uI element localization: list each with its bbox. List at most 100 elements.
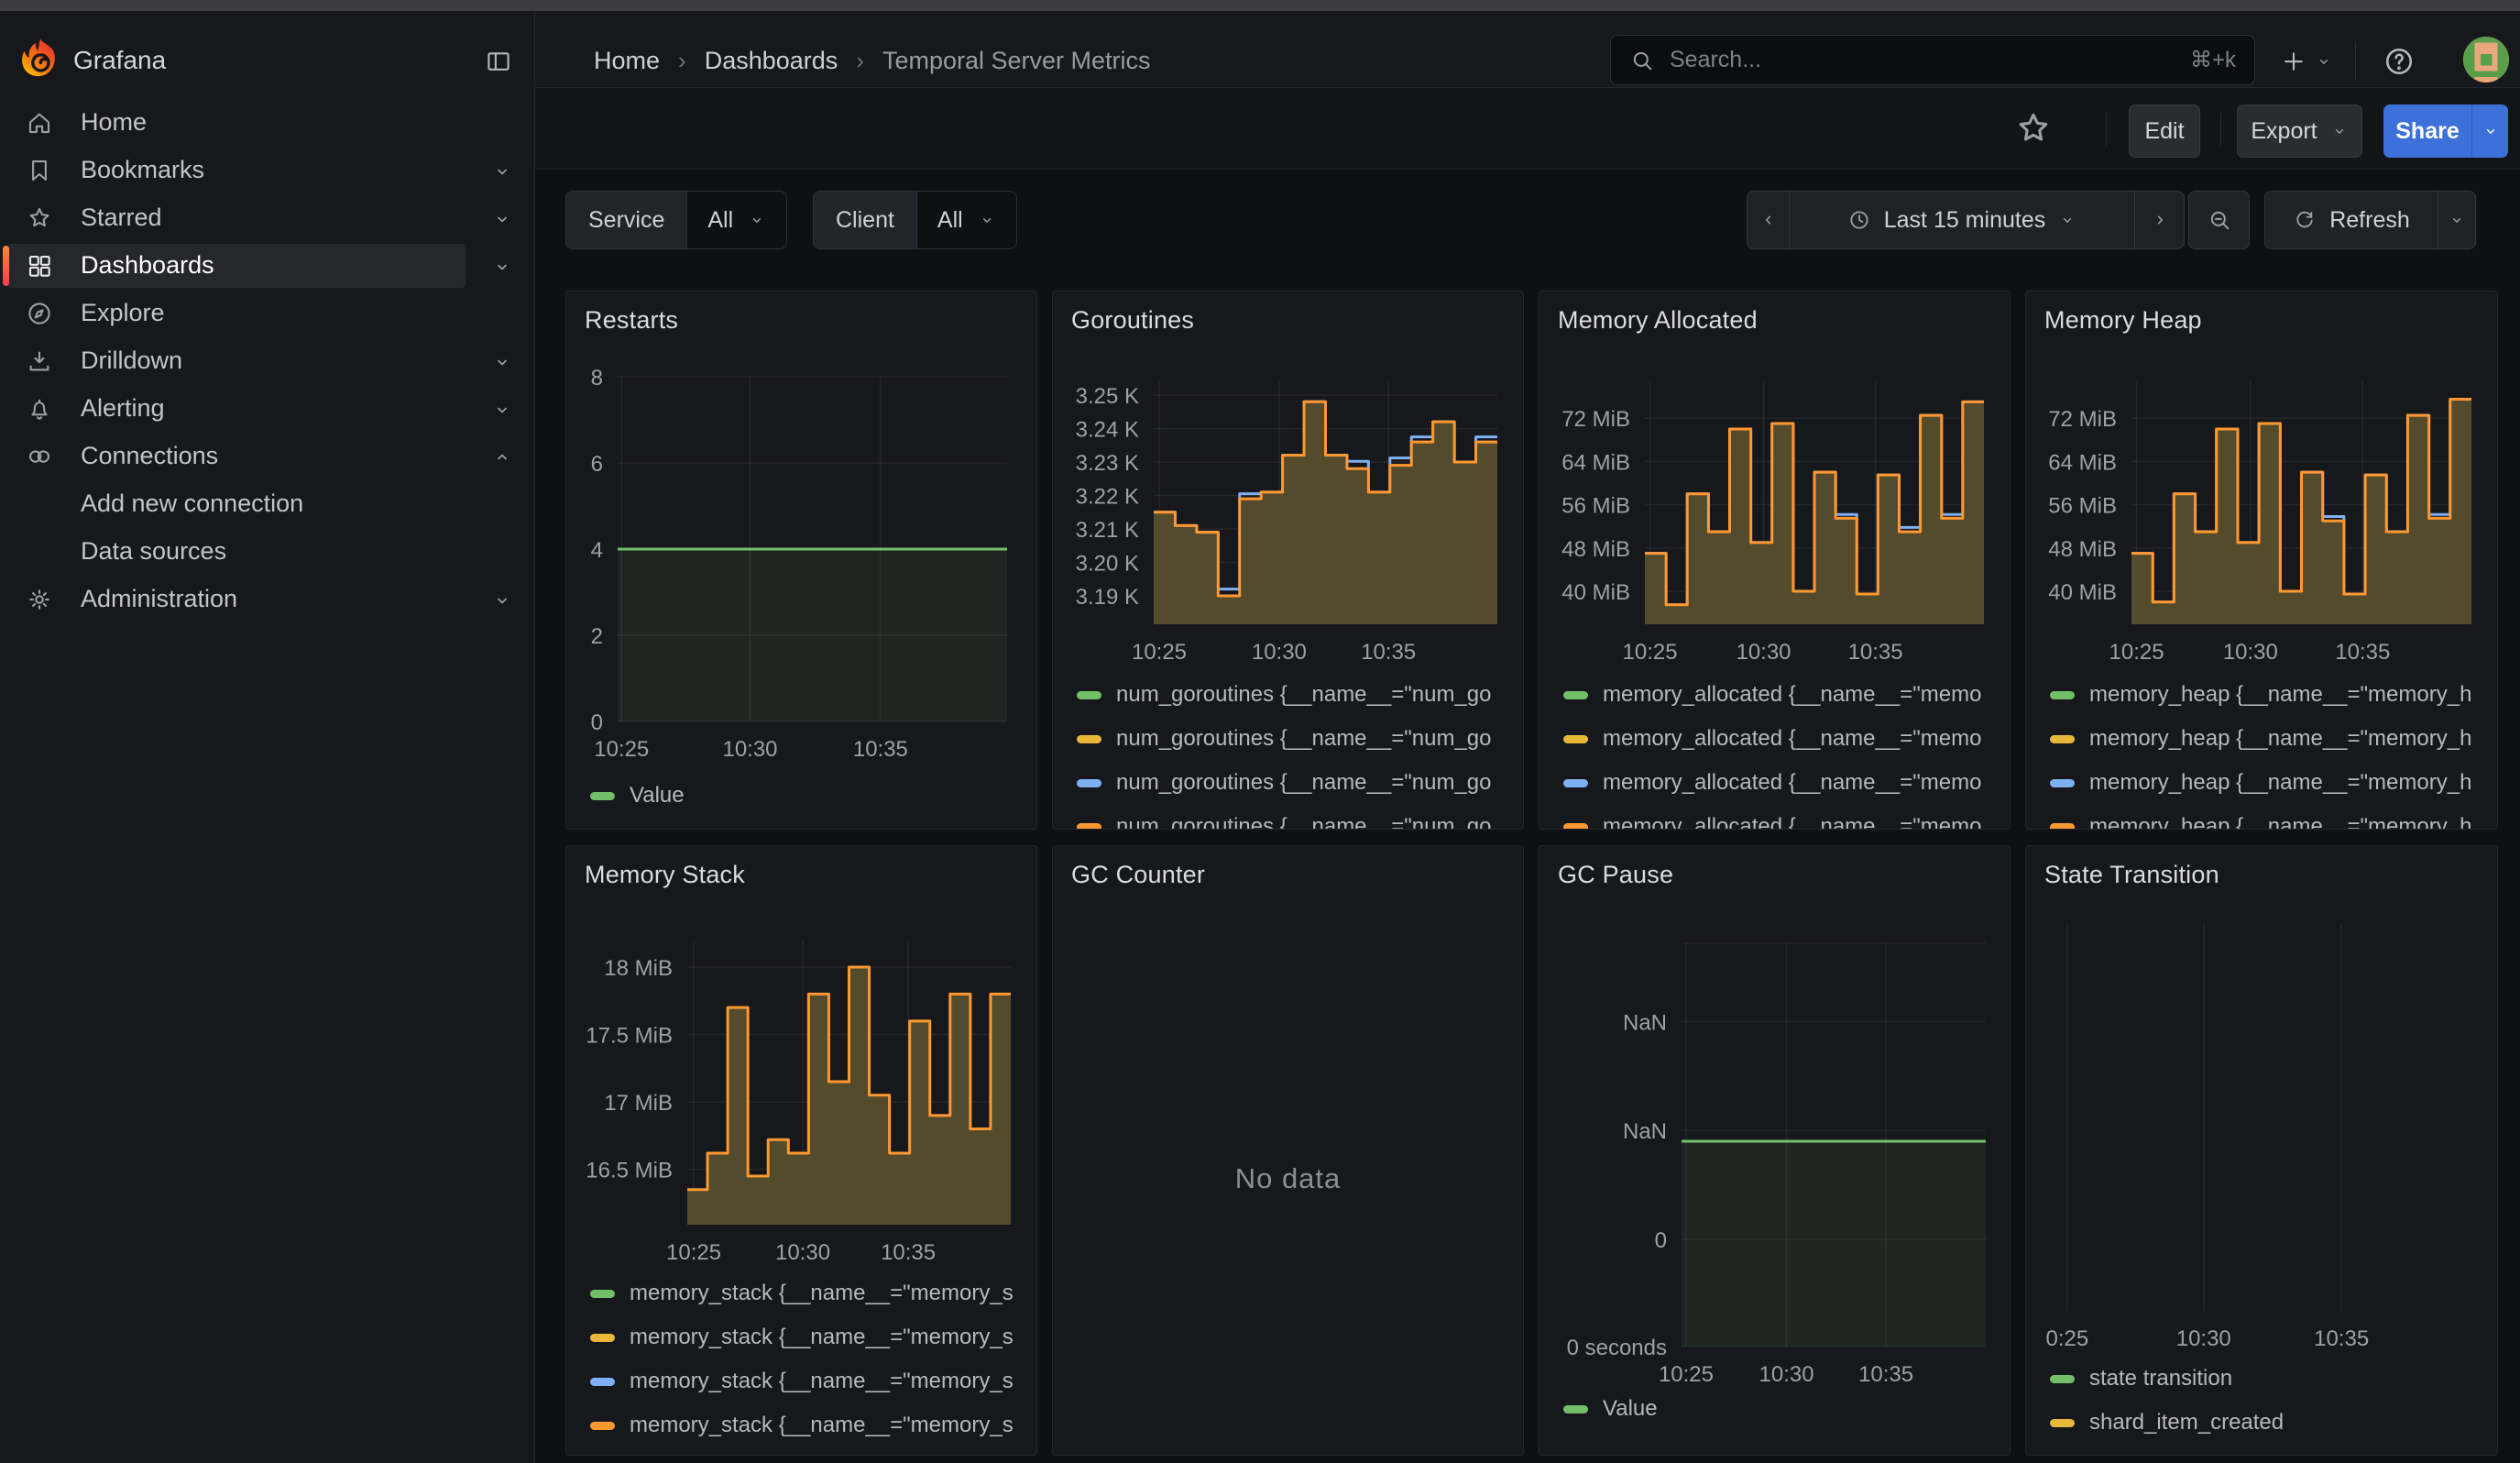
- sidebar-item-dashboards[interactable]: Dashboards: [0, 242, 534, 290]
- legend-item[interactable]: num_goroutines {__name__="num_go: [1077, 813, 1492, 830]
- svg-text:8: 8: [591, 366, 603, 390]
- svg-text:0:25: 0:25: [2045, 1326, 2088, 1351]
- panel-state-transition: State Transition0:2510:3010:35state tran…: [2025, 845, 2498, 1456]
- chevron-up-icon[interactable]: [491, 446, 513, 468]
- svg-text:3.24 K: 3.24 K: [1076, 417, 1139, 442]
- legend-series-swatch: [2050, 735, 2075, 743]
- legend-item[interactable]: num_goroutines {__name__="num_go: [1077, 769, 1492, 797]
- chevron-down-icon[interactable]: [491, 589, 513, 611]
- sidebar-item-label: Starred: [81, 204, 162, 232]
- edit-button-label: Edit: [2144, 118, 2184, 145]
- sidebar-item-alerting[interactable]: Alerting: [0, 385, 534, 433]
- sidebar-item-label: Drilldown: [81, 346, 182, 375]
- edit-button[interactable]: Edit: [2129, 104, 2200, 158]
- breadcrumb-item[interactable]: Home: [594, 47, 660, 75]
- search-shortcut: ⌘+k: [2190, 47, 2236, 73]
- panel-gc-counter: GC CounterNo data: [1052, 845, 1524, 1456]
- clock-icon: [1847, 208, 1871, 232]
- svg-text:10:35: 10:35: [1848, 640, 1903, 665]
- sidebar-toggle-icon[interactable]: [485, 48, 512, 75]
- time-shift-back-button[interactable]: [1748, 192, 1789, 248]
- refresh-button[interactable]: Refresh: [2265, 192, 2438, 248]
- sidebar-item-label: Alerting: [81, 394, 165, 423]
- legend-item[interactable]: memory_heap {__name__="memory_h: [2050, 813, 2471, 830]
- sidebar-item-connections[interactable]: Connections: [0, 433, 534, 480]
- legend-item[interactable]: memory_heap {__name__="memory_h: [2050, 769, 2471, 797]
- sidebar-item-data-sources[interactable]: Data sources: [0, 528, 534, 576]
- legend-item[interactable]: memory_allocated {__name__="memo: [1563, 681, 1981, 709]
- add-new-button[interactable]: [2280, 48, 2333, 75]
- svg-text:3.19 K: 3.19 K: [1076, 585, 1139, 610]
- chevron-down-icon[interactable]: [491, 256, 513, 278]
- panel-goroutines: Goroutines3.19 K3.20 K3.21 K3.22 K3.23 K…: [1052, 291, 1524, 830]
- sidebar-item-drilldown[interactable]: Drilldown: [0, 337, 534, 385]
- svg-text:10:30: 10:30: [722, 737, 777, 762]
- legend-item[interactable]: memory_stack {__name__="memory_s: [590, 1412, 1013, 1439]
- window-top-strip: [0, 0, 2520, 11]
- share-button[interactable]: Share: [2383, 104, 2471, 158]
- legend-series-label: memory_stack {__name__="memory_s: [630, 1369, 1013, 1394]
- time-range-picker[interactable]: Last 15 minutes: [1790, 192, 2134, 248]
- help-icon[interactable]: [2383, 45, 2416, 78]
- legend-item[interactable]: memory_heap {__name__="memory_h: [2050, 681, 2471, 709]
- legend-item[interactable]: Value: [590, 782, 685, 809]
- sidebar-item-starred[interactable]: Starred: [0, 194, 534, 242]
- svg-text:10:35: 10:35: [1858, 1362, 1913, 1387]
- legend-series-swatch: [590, 792, 615, 800]
- sidebar-item-add-new-connection[interactable]: Add new connection: [0, 480, 534, 528]
- legend-series-swatch: [1563, 691, 1588, 699]
- avatar[interactable]: [2463, 37, 2509, 82]
- sidebar-item-bookmarks[interactable]: Bookmarks: [0, 147, 534, 194]
- legend-item[interactable]: num_goroutines {__name__="num_go: [1077, 725, 1492, 753]
- sidebar-item-administration[interactable]: Administration: [0, 576, 534, 623]
- chevron-down-icon: [2482, 122, 2500, 140]
- chevron-down-icon[interactable]: [491, 399, 513, 421]
- service-select[interactable]: All: [686, 192, 786, 248]
- svg-text:48 MiB: 48 MiB: [2048, 537, 2117, 562]
- chevron-down-icon[interactable]: [491, 208, 513, 230]
- legend-item[interactable]: memory_allocated {__name__="memo: [1563, 813, 1981, 830]
- breadcrumb-item[interactable]: Dashboards: [705, 47, 838, 75]
- legend-item[interactable]: state transition: [2050, 1365, 2232, 1392]
- search-field[interactable]: [1668, 46, 2177, 74]
- export-button[interactable]: Export: [2237, 104, 2362, 158]
- export-button-label: Export: [2251, 118, 2317, 145]
- panel-title[interactable]: GC Counter: [1071, 861, 1205, 889]
- svg-text:40 MiB: 40 MiB: [2048, 580, 2117, 605]
- legend-series-label: memory_heap {__name__="memory_h: [2089, 726, 2471, 752]
- client-select[interactable]: All: [916, 192, 1016, 248]
- legend-item[interactable]: shard_item_created: [2050, 1409, 2284, 1436]
- legend-item[interactable]: memory_heap {__name__="memory_h: [2050, 725, 2471, 753]
- legend-item[interactable]: memory_stack {__name__="memory_s: [590, 1324, 1013, 1351]
- sidebar-item-explore[interactable]: Explore: [0, 290, 534, 337]
- svg-text:48 MiB: 48 MiB: [1561, 537, 1630, 562]
- svg-text:NaN: NaN: [1623, 1010, 1667, 1035]
- chevron-down-icon[interactable]: [491, 160, 513, 182]
- grafana-logo-icon[interactable]: [18, 37, 62, 81]
- navbar: Grafana Home›Dashboards›Temporal Server …: [0, 11, 2520, 88]
- legend-item[interactable]: memory_allocated {__name__="memo: [1563, 725, 1981, 753]
- search-input[interactable]: ⌘+k: [1610, 35, 2255, 85]
- legend-item[interactable]: memory_stack {__name__="memory_s: [590, 1280, 1013, 1307]
- svg-text:0: 0: [591, 710, 603, 735]
- home-icon: [26, 109, 53, 137]
- variable-client: Client All: [813, 191, 1017, 249]
- brand-title: Grafana: [73, 46, 166, 75]
- toolbar-divider: [2220, 113, 2221, 146]
- chart-canvas: 0246810:2510:3010:35: [566, 292, 1037, 830]
- refresh-interval-button[interactable]: [2438, 192, 2475, 248]
- favorite-star-icon[interactable]: [2013, 108, 2054, 148]
- legend-item[interactable]: Value: [1563, 1395, 1658, 1423]
- chevron-down-icon[interactable]: [491, 351, 513, 373]
- svg-text:10:35: 10:35: [881, 1240, 936, 1265]
- share-dropdown-button[interactable]: [2471, 104, 2508, 158]
- legend-item[interactable]: memory_allocated {__name__="memo: [1563, 769, 1981, 797]
- sidebar-item-home[interactable]: Home: [0, 99, 534, 147]
- sidebar-item-label: Home: [81, 108, 147, 137]
- time-range-label: Last 15 minutes: [1884, 207, 2046, 234]
- legend-item[interactable]: num_goroutines {__name__="num_go: [1077, 681, 1492, 709]
- time-shift-forward-button[interactable]: [2135, 192, 2184, 248]
- bookmark-icon: [26, 157, 53, 184]
- zoom-out-button[interactable]: [2188, 191, 2250, 249]
- legend-item[interactable]: memory_stack {__name__="memory_s: [590, 1368, 1013, 1395]
